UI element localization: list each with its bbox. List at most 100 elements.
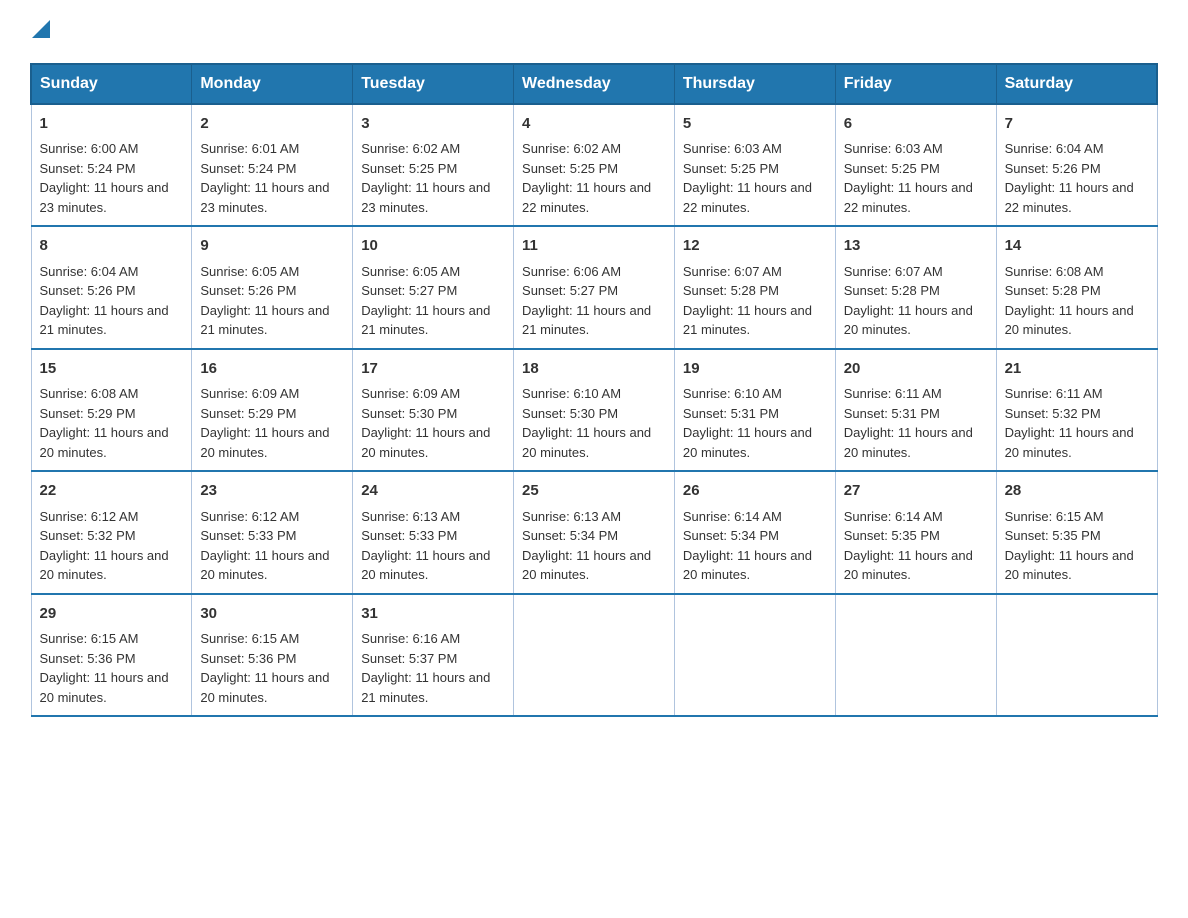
sunset-text: Sunset: 5:28 PM — [683, 283, 779, 298]
daylight-text: Daylight: 11 hours and 20 minutes. — [361, 548, 490, 583]
calendar-day-cell: 3 Sunrise: 6:02 AM Sunset: 5:25 PM Daylight… — [353, 104, 514, 227]
calendar-day-cell: 7Sunrise: 6:04 AMSunset: 5:26 PMDaylight… — [996, 104, 1157, 227]
sunset-text: Sunset: 5:27 PM — [361, 283, 457, 298]
daylight-text: Daylight: 11 hours and 20 minutes. — [200, 425, 329, 460]
calendar-day-cell: 13 Sunrise: 6:07 AM Sunset: 5:28 PM Dayligh… — [835, 226, 996, 349]
day-number: 26 — [683, 480, 827, 503]
sunset-text: Sunset: 5:37 PM — [361, 651, 457, 666]
sunrise-text: Sunrise: 6:02 AM — [361, 141, 460, 156]
calendar-day-cell: 31Sunrise: 6:16 AMSunset: 5:37 PMDayligh… — [353, 594, 514, 717]
day-number: 30 — [200, 603, 344, 626]
daylight-text: Daylight: 11 hours and 20 minutes. — [40, 670, 169, 705]
daylight-text: Daylight: 11 hours and 20 minutes. — [522, 548, 651, 583]
day-number: 17 — [361, 358, 505, 381]
daylight-text: Daylight: 11 hours and 20 minutes. — [844, 548, 973, 583]
calendar-table: SundayMondayTuesdayWednesdayThursdayFrid… — [30, 63, 1158, 718]
sunset-text: Sunset: 5:25 PM — [844, 161, 940, 176]
daylight-text: Daylight: 11 hours and 20 minutes. — [522, 425, 651, 460]
sunrise-text: Sunrise: 6:08 AM — [40, 386, 139, 401]
sunrise-text: Sunrise: 6:15 AM — [200, 631, 299, 646]
sunrise-text: Sunrise: 6:05 AM — [200, 264, 299, 279]
calendar-day-cell: 22Sunrise: 6:12 AMSunset: 5:32 PMDayligh… — [31, 471, 192, 594]
weekday-header-tuesday: Tuesday — [353, 64, 514, 104]
day-number: 9 — [200, 235, 344, 258]
sunrise-text: Sunrise: 6:00 AM — [40, 141, 139, 156]
day-number: 27 — [844, 480, 988, 503]
daylight-text: Daylight: 11 hours and 21 minutes. — [361, 303, 490, 338]
day-number: 11 — [522, 235, 666, 258]
weekday-header-thursday: Thursday — [674, 64, 835, 104]
sunset-text: Sunset: 5:26 PM — [200, 283, 296, 298]
sunset-text: Sunset: 5:25 PM — [361, 161, 457, 176]
daylight-text: Daylight: 11 hours and 20 minutes. — [1005, 425, 1134, 460]
daylight-text: Daylight: 11 hours and 23 minutes. — [361, 180, 490, 215]
daylight-text: Daylight: 11 hours and 22 minutes. — [683, 180, 812, 215]
day-number: 1 — [40, 113, 184, 136]
calendar-day-cell: 16Sunrise: 6:09 AMSunset: 5:29 PMDayligh… — [192, 349, 353, 472]
sunrise-text: Sunrise: 6:09 AM — [361, 386, 460, 401]
day-number: 21 — [1005, 358, 1149, 381]
calendar-day-cell: 12Sunrise: 6:07 AMSunset: 5:28 PMDayligh… — [674, 226, 835, 349]
calendar-day-cell: 21Sunrise: 6:11 AMSunset: 5:32 PMDayligh… — [996, 349, 1157, 472]
day-number: 15 — [40, 358, 184, 381]
daylight-text: Daylight: 11 hours and 20 minutes. — [683, 425, 812, 460]
calendar-day-cell: 8Sunrise: 6:04 AMSunset: 5:26 PMDaylight… — [31, 226, 192, 349]
sunset-text: Sunset: 5:26 PM — [1005, 161, 1101, 176]
calendar-day-cell — [996, 594, 1157, 717]
calendar-day-cell: 11Sunrise: 6:06 AMSunset: 5:27 PMDayligh… — [514, 226, 675, 349]
sunset-text: Sunset: 5:34 PM — [683, 528, 779, 543]
sunrise-text: Sunrise: 6:12 AM — [200, 509, 299, 524]
sunrise-text: Sunrise: 6:13 AM — [522, 509, 621, 524]
sunset-text: Sunset: 5:36 PM — [200, 651, 296, 666]
daylight-text: Daylight: 11 hours and 20 minutes. — [844, 303, 973, 338]
sunset-text: Sunset: 5:25 PM — [522, 161, 618, 176]
day-number: 20 — [844, 358, 988, 381]
calendar-day-cell: 24Sunrise: 6:13 AMSunset: 5:33 PMDayligh… — [353, 471, 514, 594]
sunset-text: Sunset: 5:32 PM — [1005, 406, 1101, 421]
sunset-text: Sunset: 5:35 PM — [1005, 528, 1101, 543]
daylight-text: Daylight: 11 hours and 20 minutes. — [683, 548, 812, 583]
sunset-text: Sunset: 5:27 PM — [522, 283, 618, 298]
daylight-text: Daylight: 11 hours and 20 minutes. — [200, 670, 329, 705]
sunrise-text: Sunrise: 6:02 AM — [522, 141, 621, 156]
sunrise-text: Sunrise: 6:11 AM — [844, 386, 942, 401]
sunrise-text: Sunrise: 6:07 AM — [844, 264, 943, 279]
day-number: 3 — [361, 113, 505, 136]
calendar-day-cell: 1Sunrise: 6:00 AMSunset: 5:24 PMDaylight… — [31, 104, 192, 227]
sunrise-text: Sunrise: 6:07 AM — [683, 264, 782, 279]
day-number: 13 — [844, 235, 988, 258]
sunset-text: Sunset: 5:31 PM — [683, 406, 779, 421]
sunrise-text: Sunrise: 6:16 AM — [361, 631, 460, 646]
sunset-text: Sunset: 5:32 PM — [40, 528, 136, 543]
calendar-week-row: 15 Sunrise: 6:08 AM Sunset: 5:29 PM Dayligh… — [31, 349, 1157, 472]
calendar-day-cell: 30 Sunrise: 6:15 AM Sunset: 5:36 PM Dayligh… — [192, 594, 353, 717]
day-number: 8 — [40, 235, 184, 258]
sunrise-text: Sunrise: 6:08 AM — [1005, 264, 1104, 279]
day-number: 6 — [844, 113, 988, 136]
sunset-text: Sunset: 5:28 PM — [844, 283, 940, 298]
daylight-text: Daylight: 11 hours and 23 minutes. — [40, 180, 169, 215]
sunset-text: Sunset: 5:29 PM — [200, 406, 296, 421]
logo — [30, 20, 50, 43]
calendar-day-cell — [514, 594, 675, 717]
calendar-week-row: 29Sunrise: 6:15 AMSunset: 5:36 PMDayligh… — [31, 594, 1157, 717]
day-number: 14 — [1005, 235, 1149, 258]
sunrise-text: Sunrise: 6:10 AM — [683, 386, 782, 401]
daylight-text: Daylight: 11 hours and 22 minutes. — [522, 180, 651, 215]
calendar-day-cell: 15Sunrise: 6:08 AMSunset: 5:29 PMDayligh… — [31, 349, 192, 472]
calendar-day-cell: 2Sunrise: 6:01 AMSunset: 5:24 PMDaylight… — [192, 104, 353, 227]
sunset-text: Sunset: 5:26 PM — [40, 283, 136, 298]
sunrise-text: Sunrise: 6:01 AM — [200, 141, 299, 156]
sunset-text: Sunset: 5:30 PM — [522, 406, 618, 421]
sunset-text: Sunset: 5:28 PM — [1005, 283, 1101, 298]
daylight-text: Daylight: 11 hours and 20 minutes. — [40, 548, 169, 583]
weekday-header-sunday: Sunday — [31, 64, 192, 104]
day-number: 10 — [361, 235, 505, 258]
calendar-day-cell: 28Sunrise: 6:15 AMSunset: 5:35 PMDayligh… — [996, 471, 1157, 594]
sunrise-text: Sunrise: 6:15 AM — [40, 631, 139, 646]
page-header — [30, 20, 1158, 43]
calendar-day-cell: 29Sunrise: 6:15 AMSunset: 5:36 PMDayligh… — [31, 594, 192, 717]
calendar-day-cell: 9Sunrise: 6:05 AMSunset: 5:26 PMDaylight… — [192, 226, 353, 349]
calendar-day-cell — [674, 594, 835, 717]
sunset-text: Sunset: 5:33 PM — [361, 528, 457, 543]
